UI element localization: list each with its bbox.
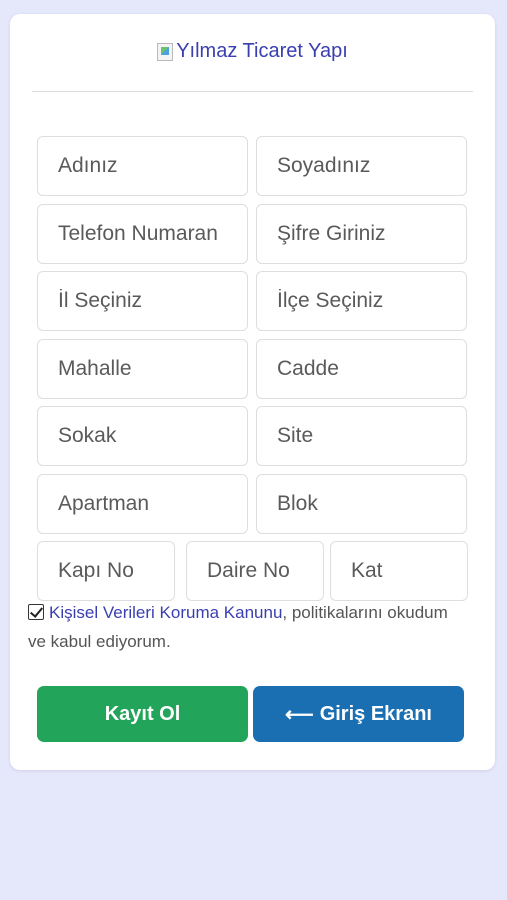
kvkk-link[interactable]: Kişisel Verileri Koruma Kanunu (49, 603, 282, 622)
floor-input[interactable] (330, 541, 468, 601)
register-button-label: Kayıt Ol (104, 702, 181, 725)
door-number-input[interactable] (37, 541, 175, 601)
district-select[interactable] (256, 271, 467, 331)
phone-input[interactable] (37, 204, 248, 264)
register-button[interactable]: Kayıt Ol (37, 686, 248, 742)
password-input[interactable] (256, 204, 467, 264)
flat-number-input[interactable] (186, 541, 324, 601)
province-select[interactable] (37, 271, 248, 331)
consent-checkbox[interactable] (28, 604, 44, 620)
first-name-input[interactable] (37, 136, 248, 196)
last-name-input[interactable] (256, 136, 467, 196)
login-button-label: Giriş Ekranı (319, 702, 432, 725)
site-input[interactable] (256, 406, 467, 466)
neighborhood-input[interactable] (37, 339, 248, 399)
apartment-input[interactable] (37, 474, 248, 534)
consent-row: Kişisel Verileri Koruma Kanunu, politika… (28, 598, 468, 656)
logo: Yılmaz Ticaret Yapı (10, 40, 495, 63)
block-input[interactable] (256, 474, 467, 534)
login-screen-button[interactable]: ⟵ Giriş Ekranı (253, 686, 464, 742)
arrow-left-icon: ⟵ (285, 703, 314, 726)
alley-input[interactable] (37, 406, 248, 466)
street-input[interactable] (256, 339, 467, 399)
divider (32, 91, 473, 92)
broken-image-icon (157, 42, 174, 61)
logo-alt-text: Yılmaz Ticaret Yapı (176, 40, 348, 62)
